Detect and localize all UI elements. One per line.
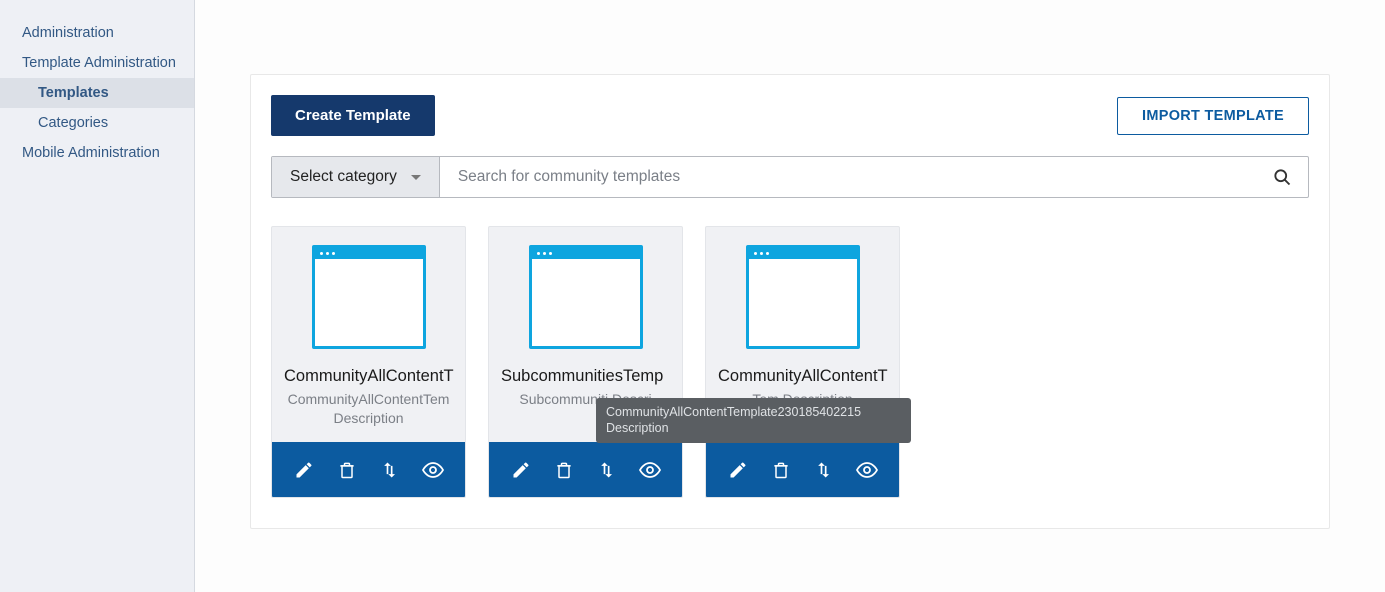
card-actions [489,442,682,497]
card-actions [706,442,899,497]
sidebar-item-mobile-administration[interactable]: Mobile Administration [0,138,194,168]
card-description: Subcommuniti Descri [489,390,682,442]
template-card[interactable]: CommunityAllContentT Tem Description [705,226,900,498]
search-button[interactable] [1256,167,1308,187]
template-card[interactable]: CommunityAllContentT CommunityAllContent… [271,226,466,498]
main-content: Create Template IMPORT TEMPLATE Select c… [195,0,1385,592]
edit-button[interactable] [292,458,316,482]
card-thumbnail [272,227,465,355]
import-template-button[interactable]: IMPORT TEMPLATE [1117,97,1309,135]
sidebar-item-template-administration[interactable]: Template Administration [0,48,194,78]
delete-button[interactable] [552,458,576,482]
pencil-icon [728,460,748,480]
create-template-button[interactable]: Create Template [271,95,435,136]
trash-icon [554,460,574,480]
template-cards: CommunityAllContentT CommunityAllContent… [271,226,1309,498]
delete-button[interactable] [335,458,359,482]
search-input[interactable] [440,157,1256,197]
card-thumbnail [489,227,682,355]
swap-vertical-icon [597,460,617,480]
card-description: CommunityAllContentTem Description [272,390,465,442]
view-button[interactable] [855,458,879,482]
edit-button[interactable] [509,458,533,482]
search-icon [1272,167,1292,187]
card-title: CommunityAllContentT [706,355,899,390]
template-card[interactable]: SubcommunitiesTemp Subcommuniti Descri [488,226,683,498]
sort-button[interactable] [378,458,402,482]
pencil-icon [294,460,314,480]
window-icon [312,245,426,349]
eye-icon [855,458,879,482]
sort-button[interactable] [812,458,836,482]
trash-icon [771,460,791,480]
pencil-icon [511,460,531,480]
toolbar: Create Template IMPORT TEMPLATE [271,95,1309,136]
search-wrap [440,157,1308,197]
card-title: SubcommunitiesTemp [489,355,682,390]
view-button[interactable] [421,458,445,482]
filter-bar: Select category [271,156,1309,198]
eye-icon [638,458,662,482]
trash-icon [337,460,357,480]
swap-vertical-icon [380,460,400,480]
view-button[interactable] [638,458,662,482]
edit-button[interactable] [726,458,750,482]
category-select[interactable]: Select category [272,157,440,197]
swap-vertical-icon [814,460,834,480]
sidebar: Administration Template Administration T… [0,0,195,592]
card-thumbnail [706,227,899,355]
sidebar-item-categories[interactable]: Categories [0,108,194,138]
window-icon [529,245,643,349]
card-description: Tem Description [706,390,899,442]
templates-panel: Create Template IMPORT TEMPLATE Select c… [250,74,1330,529]
category-select-label: Select category [290,168,397,186]
chevron-down-icon [411,175,421,180]
delete-button[interactable] [769,458,793,482]
sidebar-item-templates[interactable]: Templates [0,78,194,108]
card-title: CommunityAllContentT [272,355,465,390]
window-icon [746,245,860,349]
card-actions [272,442,465,497]
sort-button[interactable] [595,458,619,482]
eye-icon [421,458,445,482]
sidebar-item-administration[interactable]: Administration [0,18,194,48]
